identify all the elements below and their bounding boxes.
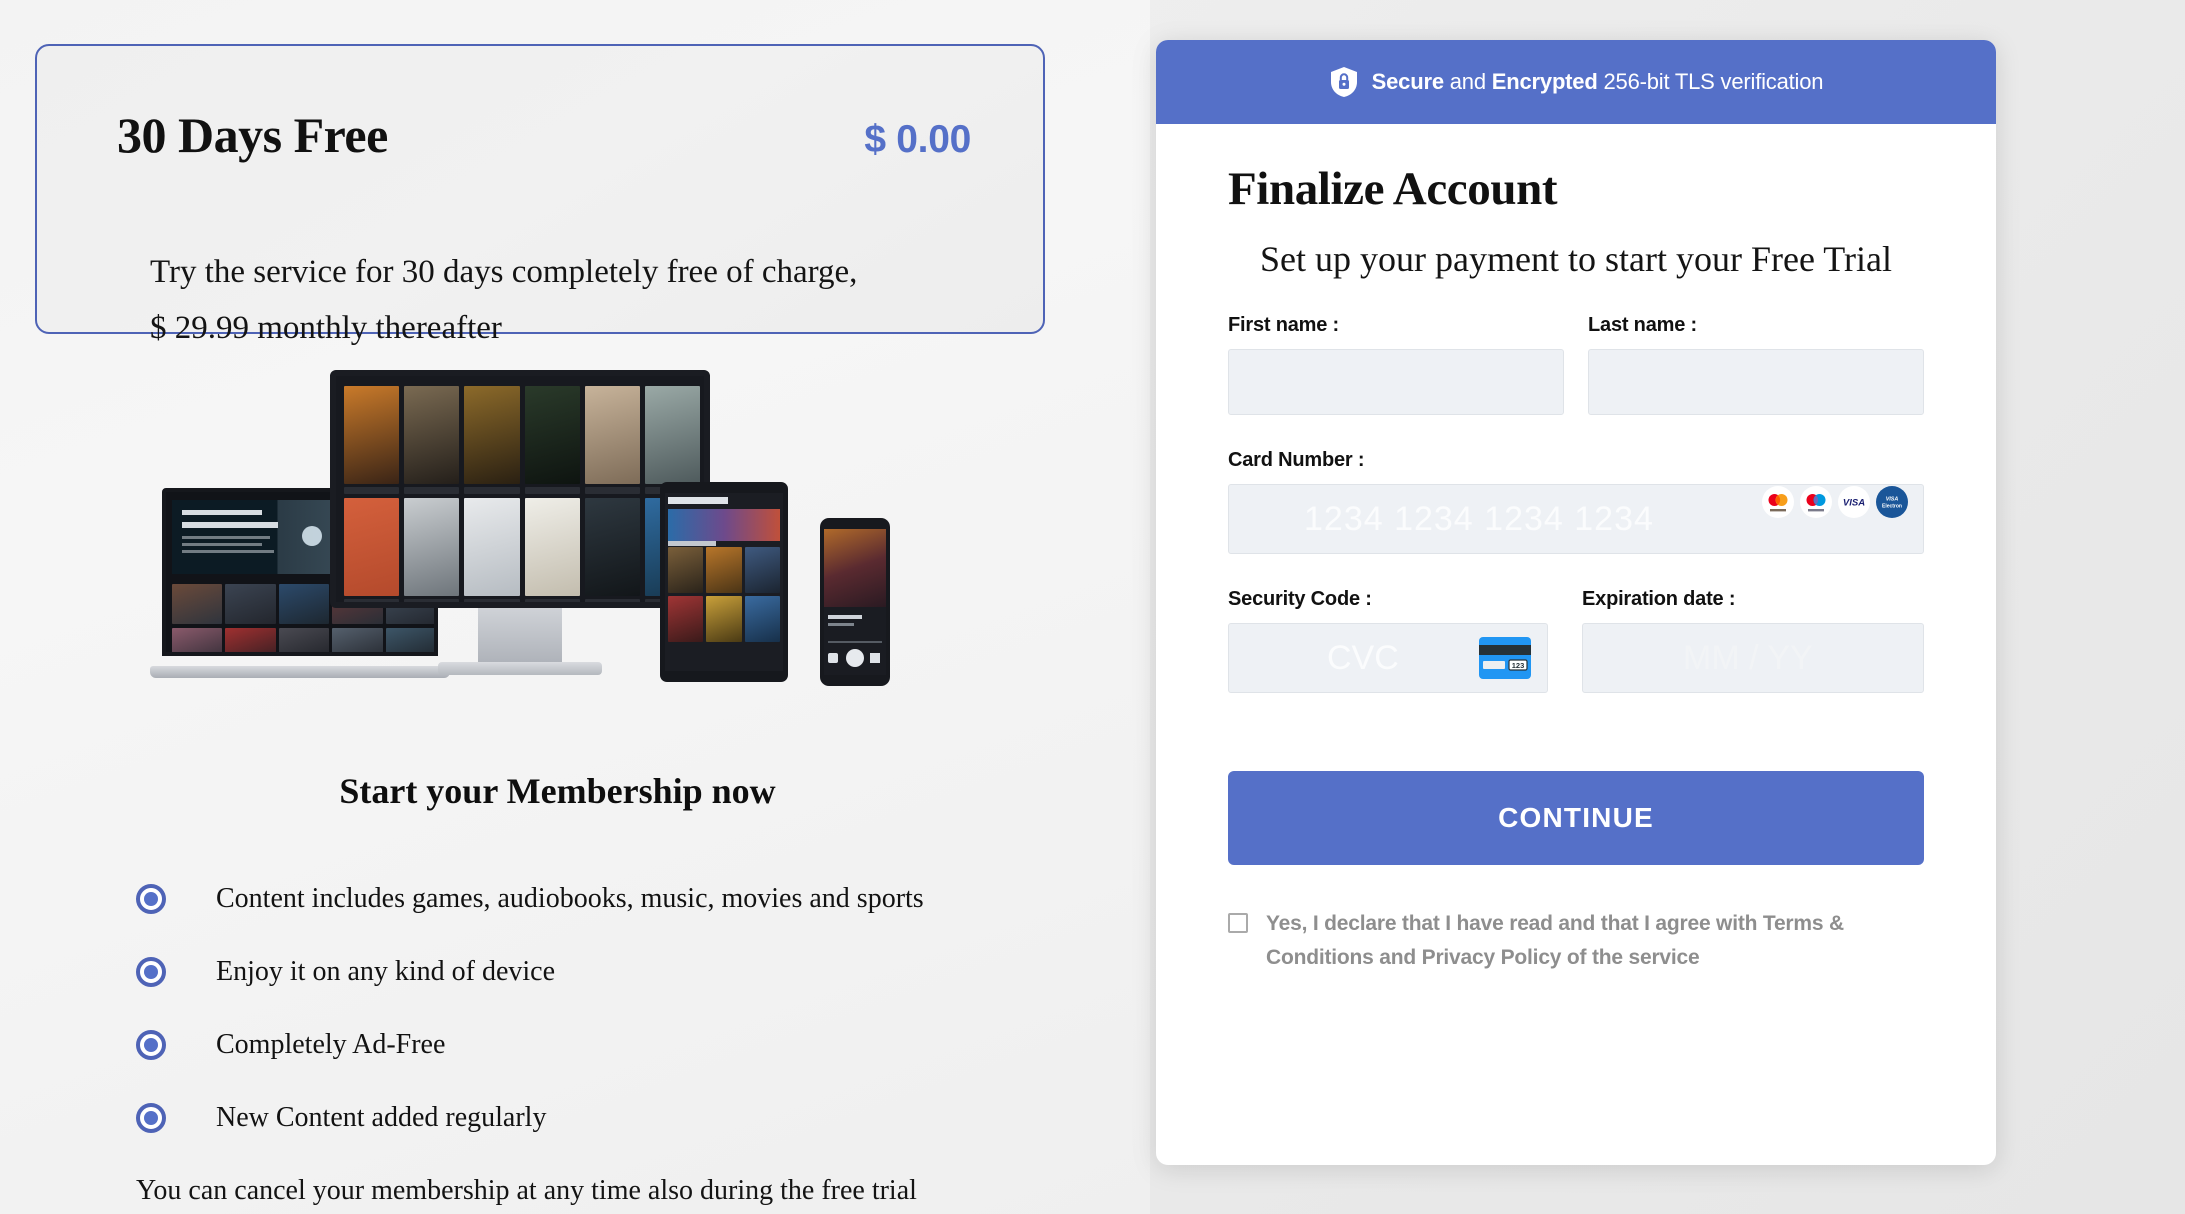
secure-banner: Secure and Encrypted 256-bit TLS verific… (1156, 40, 1996, 124)
last-name-field-group: Last name : (1588, 314, 1924, 415)
radio-bullet-icon (136, 1102, 166, 1133)
svg-text:Electron: Electron (1882, 503, 1902, 509)
phone-device-icon (820, 518, 890, 686)
promo-description-line1: Try the service for 30 days completely f… (150, 254, 858, 290)
cancel-note: You can cancel your membership at any ti… (136, 1175, 917, 1206)
card-number-label: Card Number : (1228, 449, 1365, 471)
shield-lock-icon (1330, 67, 1357, 97)
security-code-placeholder: CVC (1327, 638, 1399, 677)
devices-illustration (140, 370, 980, 700)
membership-heading: Start your Membership now (339, 771, 776, 811)
card-number-placeholder: 1234 1234 1234 1234 (1304, 499, 1654, 538)
radio-bullet-icon (136, 956, 166, 987)
promo-description-line2: $ 29.99 monthly thereafter (150, 310, 502, 346)
terms-checkbox[interactable] (1228, 913, 1248, 933)
radio-bullet-icon (136, 883, 166, 914)
promo-header: 30 Days Free $ 0.00 (117, 106, 971, 164)
expiration-label: Expiration date : (1582, 588, 1736, 610)
secure-word: Secure (1371, 69, 1444, 94)
mastercard-icon (1762, 485, 1794, 518)
promo-box: 30 Days Free $ 0.00 Try the service for … (35, 44, 1045, 346)
svg-text:123: 123 (1512, 661, 1525, 670)
name-fields-row: First name : Last name : (1228, 314, 1924, 415)
tablet-device-icon (660, 482, 788, 682)
secure-and: and (1443, 69, 1492, 94)
left-panel: 30 Days Free $ 0.00 Try the service for … (0, 0, 1150, 1214)
security-code-field-group: Security Code : CVC 123 (1228, 588, 1548, 693)
card-brand-icons: VISA VISA Electron (1762, 485, 1908, 518)
continue-button[interactable]: CONTINUE (1228, 771, 1924, 865)
secure-banner-text: Secure and Encrypted 256-bit TLS verific… (1372, 69, 1824, 95)
benefit-label: New Content added regularly (216, 1101, 547, 1133)
promo-description: Try the service for 30 days completely f… (150, 244, 973, 356)
card-number-field-group: Card Number : 1234 1234 1234 1234 VISA V… (1228, 449, 1924, 554)
first-name-field-group: First name : (1228, 314, 1564, 415)
security-code-input[interactable]: CVC 123 (1228, 623, 1548, 693)
expiration-field-group: Expiration date : MM / YY (1582, 588, 1924, 693)
svg-text:VISA: VISA (1886, 496, 1899, 502)
promo-title: 30 Days Free (117, 107, 388, 163)
last-name-input[interactable] (1588, 349, 1924, 415)
maestro-icon (1800, 485, 1832, 518)
benefit-label: Content includes games, audiobooks, musi… (216, 882, 924, 914)
list-item: Enjoy it on any kind of device (136, 935, 1036, 1008)
svg-text:VISA: VISA (1843, 497, 1865, 508)
page-subtitle: Set up your payment to start your Free T… (1260, 239, 1892, 279)
security-code-label: Security Code : (1228, 588, 1372, 610)
security-expiry-row: Security Code : CVC 123 Expiration date … (1228, 588, 1924, 693)
terms-row: Yes, I declare that I have read and that… (1228, 907, 1924, 975)
encrypted-word: Encrypted (1491, 69, 1598, 94)
list-item: Completely Ad-Free (136, 1008, 1036, 1081)
first-name-label: First name : (1228, 314, 1339, 336)
list-item: New Content added regularly (136, 1081, 1036, 1154)
promo-price: $ 0.00 (864, 118, 971, 161)
list-item: Content includes games, audiobooks, musi… (136, 862, 1036, 935)
benefits-list: Content includes games, audiobooks, musi… (136, 862, 1036, 1154)
first-name-input[interactable] (1228, 349, 1564, 415)
checkout-card: Secure and Encrypted 256-bit TLS verific… (1156, 40, 1996, 1165)
visa-icon: VISA (1838, 485, 1870, 518)
benefit-label: Enjoy it on any kind of device (216, 955, 556, 987)
tls-text: 256-bit TLS verification (1597, 69, 1824, 94)
card-number-row: Card Number : 1234 1234 1234 1234 VISA V… (1228, 449, 1924, 554)
visa-electron-icon: VISA Electron (1876, 485, 1908, 518)
expiration-input[interactable]: MM / YY (1582, 623, 1924, 693)
desktop-monitor-device-icon (330, 370, 710, 690)
terms-label: Yes, I declare that I have read and that… (1266, 912, 1844, 969)
credit-card-cvc-icon: 123 (1479, 637, 1531, 679)
page-title: Finalize Account (1228, 163, 1558, 215)
payment-form: Finalize Account Set up your payment to … (1156, 124, 1996, 975)
benefit-label: Completely Ad-Free (216, 1028, 446, 1060)
expiration-placeholder: MM / YY (1683, 638, 1813, 677)
last-name-label: Last name : (1588, 314, 1697, 336)
radio-bullet-icon (136, 1029, 166, 1060)
